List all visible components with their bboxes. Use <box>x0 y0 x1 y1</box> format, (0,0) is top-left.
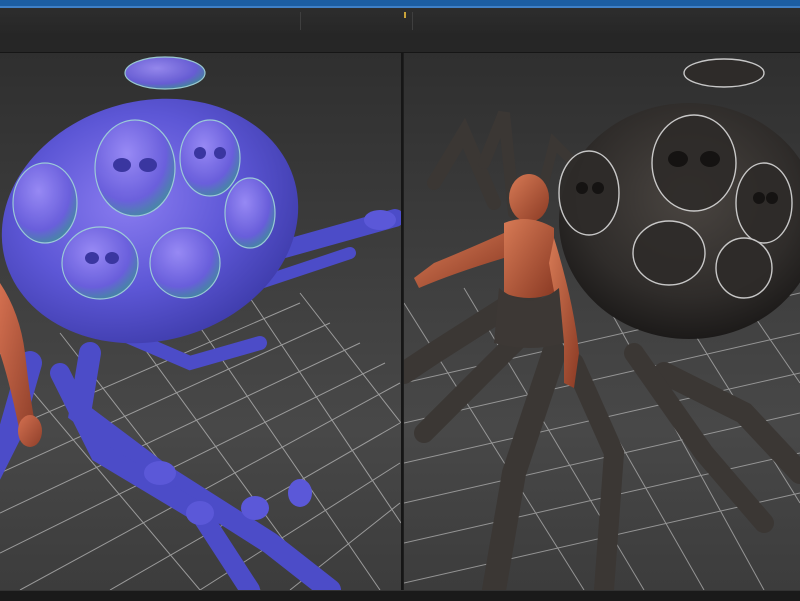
toolbar <box>0 8 800 37</box>
textured-render <box>404 58 800 590</box>
viewport-split-marker[interactable] <box>404 12 406 18</box>
title-bar <box>0 0 800 8</box>
toolbar-separator <box>412 12 413 30</box>
normal-map-render <box>0 56 401 590</box>
status-bar <box>0 590 800 601</box>
viewport-left-normal-map[interactable] <box>0 53 403 590</box>
toolbar-separator <box>300 12 301 30</box>
viewport-right-textured[interactable] <box>404 53 800 590</box>
viewport-header-bar <box>0 36 800 53</box>
